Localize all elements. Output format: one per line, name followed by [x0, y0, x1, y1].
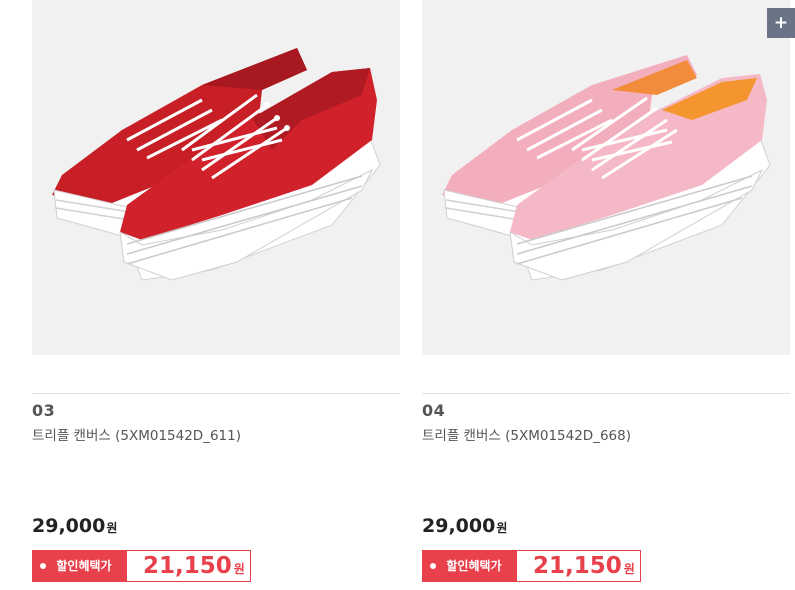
plus-button[interactable]: +: [767, 8, 795, 38]
product-number: 04: [422, 401, 446, 420]
discount-box: 할인혜택가 21,150 원: [422, 550, 641, 582]
discount-price: 21,150 원: [533, 552, 635, 583]
price-unit: 원: [106, 521, 118, 535]
dot-icon: [430, 563, 436, 569]
product-image[interactable]: [422, 0, 790, 355]
dot-icon: [40, 563, 46, 569]
price-unit: 원: [496, 521, 508, 535]
product-price: 29,000원: [422, 515, 507, 537]
divider: [32, 393, 400, 394]
product-card[interactable]: 03 트리플 캔버스 (5XM01542D_611) 29,000원 할인혜택가…: [32, 0, 400, 590]
discount-tag: 할인혜택가: [33, 551, 127, 581]
product-number: 03: [32, 401, 56, 420]
discount-value: 21,150: [143, 553, 232, 579]
discount-value: 21,150: [533, 553, 622, 579]
red-sneaker-icon: [52, 48, 381, 281]
product-image[interactable]: [32, 0, 400, 355]
discount-price: 21,150 원: [143, 552, 245, 583]
discount-label: 할인혜택가: [446, 559, 502, 573]
product-price: 29,000원: [32, 515, 117, 537]
discount-unit: 원: [233, 562, 245, 576]
discount-unit: 원: [623, 562, 635, 576]
product-name[interactable]: 트리플 캔버스 (5XM01542D_611): [32, 424, 241, 444]
discount-tag: 할인혜택가: [423, 551, 517, 581]
product-name[interactable]: 트리플 캔버스 (5XM01542D_668): [422, 424, 631, 444]
divider: [422, 393, 790, 394]
price-value: 29,000: [422, 515, 496, 537]
discount-label: 할인혜택가: [56, 559, 112, 573]
pink-sneaker-icon: [442, 55, 771, 281]
price-value: 29,000: [32, 515, 106, 537]
product-card[interactable]: 04 트리플 캔버스 (5XM01542D_668) 29,000원 할인혜택가…: [422, 0, 790, 590]
discount-box: 할인혜택가 21,150 원: [32, 550, 251, 582]
